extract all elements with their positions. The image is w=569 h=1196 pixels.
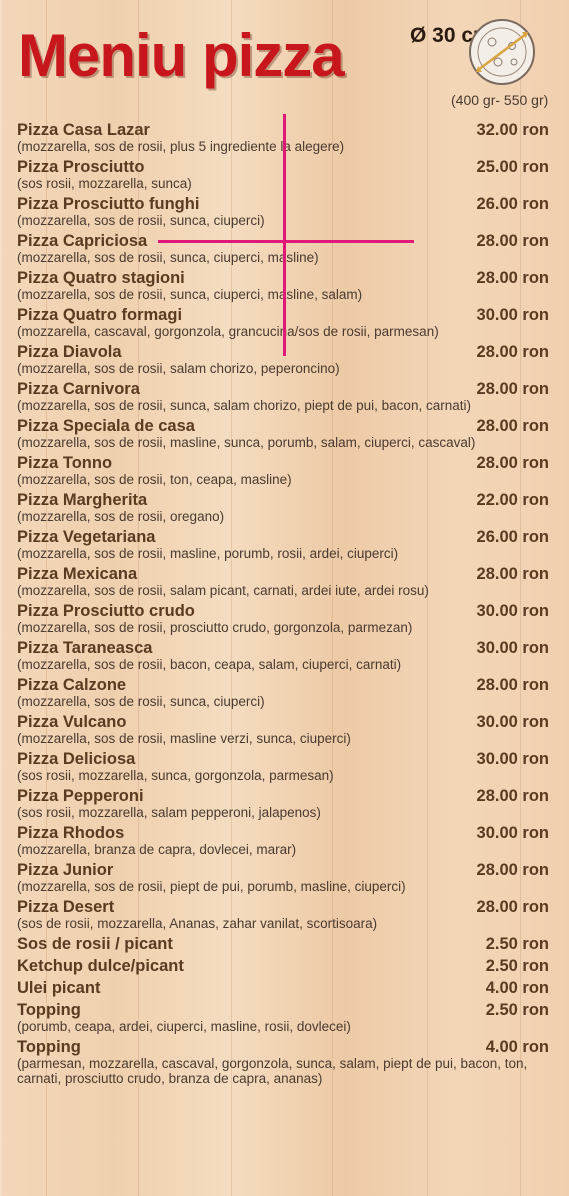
item-desc: (sos de rosii, mozzarella, Ananas, zahar… [17,916,378,931]
item-desc: (mozzarella, sos de rosii, masline verzi… [17,731,351,746]
item-price: 28.00 ron [476,787,549,805]
list-item: Pizza Speciala de casa 28.00 ron (mozzarel… [17,417,549,450]
item-name: Pizza Prosciutto crudo [17,602,195,620]
item-desc: (mozzarella, sos de rosii, sunca, ciuper… [17,694,265,709]
item-price: 28.00 ron [476,232,549,250]
item-desc: (sos rosii, mozzarella, salam pepperoni,… [17,805,321,820]
item-price: 32.00 ron [476,121,549,139]
item-name: Pizza Margherita [17,491,148,509]
item-price: 2.50 ron [485,957,549,975]
extra-item: Ketchup dulce/picant 2.50 ron [17,957,549,975]
pizza-icon [469,19,535,85]
item-price: 2.50 ron [485,1001,549,1019]
item-desc: (porumb, ceapa, ardei, ciuperci, masline… [17,1019,351,1034]
item-name: Pizza Vulcano [17,713,127,731]
item-price: 30.00 ron [476,713,549,731]
item-desc: (mozzarella, sos de rosii, ton, ceapa, m… [17,472,292,487]
item-price: 2.50 ron [485,935,549,953]
item-name: Pizza Vegetariana [17,528,156,546]
item-name: Pizza Junior [17,861,114,879]
extra-item: Ulei picant 4.00 ron [17,979,549,997]
item-price: 30.00 ron [476,602,549,620]
item-name: Pizza Taraneasca [17,639,153,657]
item-name: Pizza Desert [17,898,115,916]
item-desc: (mozzarella, sos de rosii, salam picant,… [17,583,429,598]
list-item: Pizza Prosciutto crudo 30.00 ron (mozzarel… [17,602,549,635]
cursor-crosshair-vertical [283,114,286,356]
item-name: Pizza Tonno [17,454,113,472]
extra-item: Sos de rosii / picant 2.50 ron [17,935,549,953]
item-price: 30.00 ron [476,639,549,657]
item-price: 28.00 ron [476,454,549,472]
list-item: Pizza Vegetariana 26.00 ron (mozzarella, s… [17,528,549,561]
list-item: Pizza Rhodos 30.00 ron (mozzarella, branza… [17,824,549,857]
item-price: 4.00 ron [485,1038,549,1056]
item-price: 30.00 ron [476,750,549,768]
item-price: 28.00 ron [476,380,549,398]
list-item: Pizza Calzone 28.00 ron (mozzarella, sos d… [17,676,549,709]
item-price: 28.00 ron [476,861,549,879]
topping-item: Topping 4.00 ron (parmesan, mozzarella, ca… [17,1038,549,1086]
item-price: 30.00 ron [476,306,549,324]
item-price: 28.00 ron [476,417,549,435]
weight-label: (400 gr- 550 gr) [451,92,549,108]
item-name: Pizza Mexicana [17,565,138,583]
item-desc: (mozzarella, sos de rosii, salam chorizo… [17,361,340,376]
item-name: Pizza Calzone [17,676,127,694]
topping-item: Topping 2.50 ron (porumb, ceapa, ardei, ci… [17,1001,549,1034]
item-price: 22.00 ron [476,491,549,509]
item-price: 30.00 ron [476,824,549,842]
list-item: Pizza Carnivora 28.00 ron (mozzarella, sos… [17,380,549,413]
item-name: Pizza Carnivora [17,380,140,398]
item-desc: (mozzarella, sos de rosii, bacon, ceapa,… [17,657,402,672]
list-item: Pizza Mexicana 28.00 ron (mozzarella, sos … [17,565,549,598]
item-name: Topping [17,1001,81,1019]
item-name: Sos de rosii / picant [17,935,173,953]
page-title: Meniu pizza [18,22,345,89]
item-desc: (mozzarella, sos de rosii, oregano) [17,509,225,524]
item-name: Ketchup dulce/picant [17,957,184,975]
item-desc: (mozzarella, branza de capra, dovlecei, … [17,842,297,857]
list-item: Pizza Junior 28.00 ron (mozzarella, sos de… [17,861,549,894]
item-name: Pizza Pepperoni [17,787,144,805]
item-desc: (mozzarella, sos de rosii, prosciutto cr… [17,620,413,635]
item-name: Pizza Deliciosa [17,750,136,768]
item-desc: (parmesan, mozzarella, cascaval, gorgonz… [17,1056,528,1086]
list-item: Pizza Vulcano 30.00 ron (mozzarella, sos d… [17,713,549,746]
item-desc: (mozzarella, sos de rosii, masline, sunc… [17,435,476,450]
item-price: 28.00 ron [476,565,549,583]
item-name: Topping [17,1038,81,1056]
item-price: 28.00 ron [476,676,549,694]
cursor-crosshair-horizontal [158,240,414,243]
item-name: Ulei picant [17,979,101,997]
item-price: 26.00 ron [476,195,549,213]
item-desc: (sos rosii, mozzarella, sunca, gorgonzol… [17,768,334,783]
item-price: 28.00 ron [476,343,549,361]
item-price: 28.00 ron [476,269,549,287]
list-item: Pizza Pepperoni 28.00 ron (sos rosii, mozz… [17,787,549,820]
item-price: 4.00 ron [485,979,549,997]
item-price: 26.00 ron [476,528,549,546]
list-item: Pizza Margherita 22.00 ron (mozzarella, so… [17,491,549,524]
list-item: Pizza Desert 28.00 ron (sos de rosii, mozz… [17,898,549,931]
item-name: Pizza Speciala de casa [17,417,195,435]
item-price: 28.00 ron [476,898,549,916]
item-name: Pizza Rhodos [17,824,125,842]
list-item: Pizza Tonno 28.00 ron (mozzarella, sos de … [17,454,549,487]
item-desc: (mozzarella, sos de rosii, piept de pui,… [17,879,406,894]
item-price: 25.00 ron [476,158,549,176]
list-item: Pizza Taraneasca 30.00 ron (mozzarella, so… [17,639,549,672]
item-desc: (mozzarella, sos de rosii, sunca, salam … [17,398,471,413]
item-desc: (mozzarella, sos de rosii, masline, poru… [17,546,399,561]
list-item: Pizza Deliciosa 30.00 ron (sos rosii, mozz… [17,750,549,783]
